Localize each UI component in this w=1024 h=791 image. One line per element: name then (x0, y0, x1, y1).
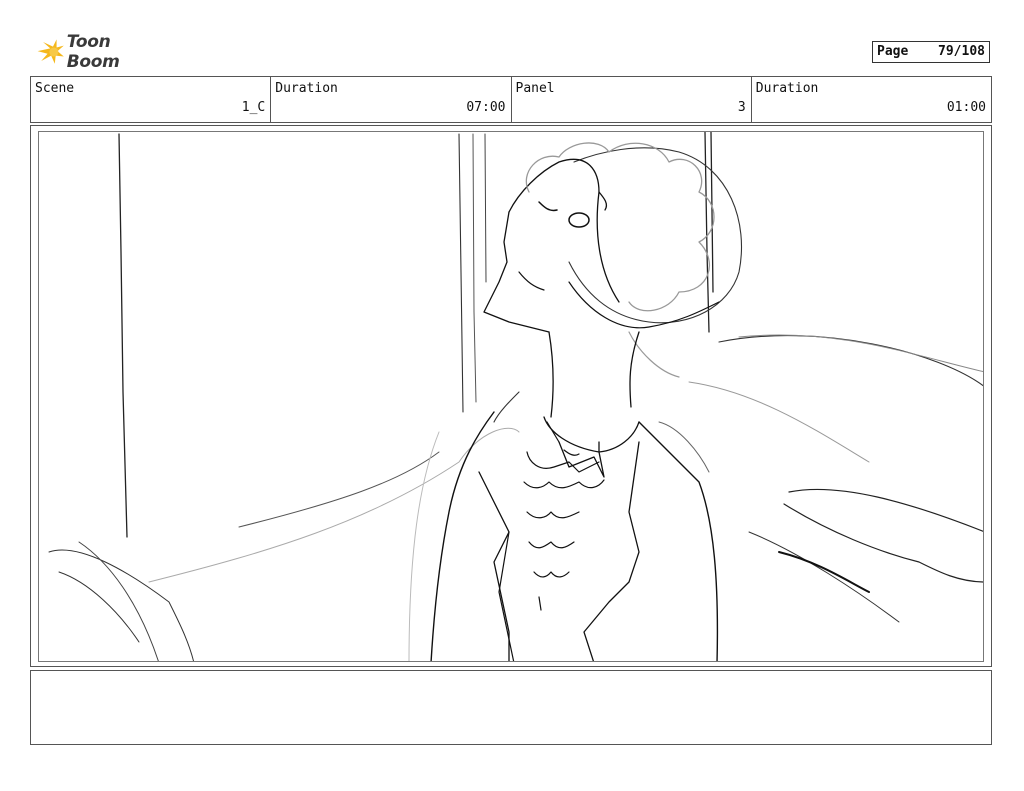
panel-value: 3 (737, 100, 746, 115)
scene-duration-cell: Duration 07:00 (271, 77, 512, 122)
panel-duration-label: Duration (755, 81, 819, 96)
scene-label: Scene (35, 81, 75, 96)
panel-cell: Panel 3 (512, 77, 752, 122)
toon-boom-logo: Toon Boom (34, 32, 159, 72)
panel-notes-box (30, 670, 992, 745)
panel-label: Panel (515, 81, 555, 96)
scene-cell: Scene 1_C (31, 77, 272, 122)
storyboard-panel-image (38, 131, 984, 662)
scene-duration-label: Duration (275, 81, 338, 96)
starburst-icon (37, 39, 64, 64)
sketch-drawing (48, 132, 983, 661)
storyboard-header: Scene 1_C Duration 07:00 Panel 3 Duratio… (30, 76, 992, 123)
panel-duration-value: 01:00 (946, 100, 986, 115)
logo-text: Toon Boom (66, 32, 120, 72)
scene-duration-value: 07:00 (466, 100, 506, 115)
panel-duration-cell: Duration 01:00 (752, 77, 991, 122)
page-label: Page (877, 44, 909, 59)
scene-value: 1_C (241, 100, 266, 115)
page-number: 79/108 (938, 44, 985, 59)
page-indicator: Page 79/108 (872, 41, 990, 63)
